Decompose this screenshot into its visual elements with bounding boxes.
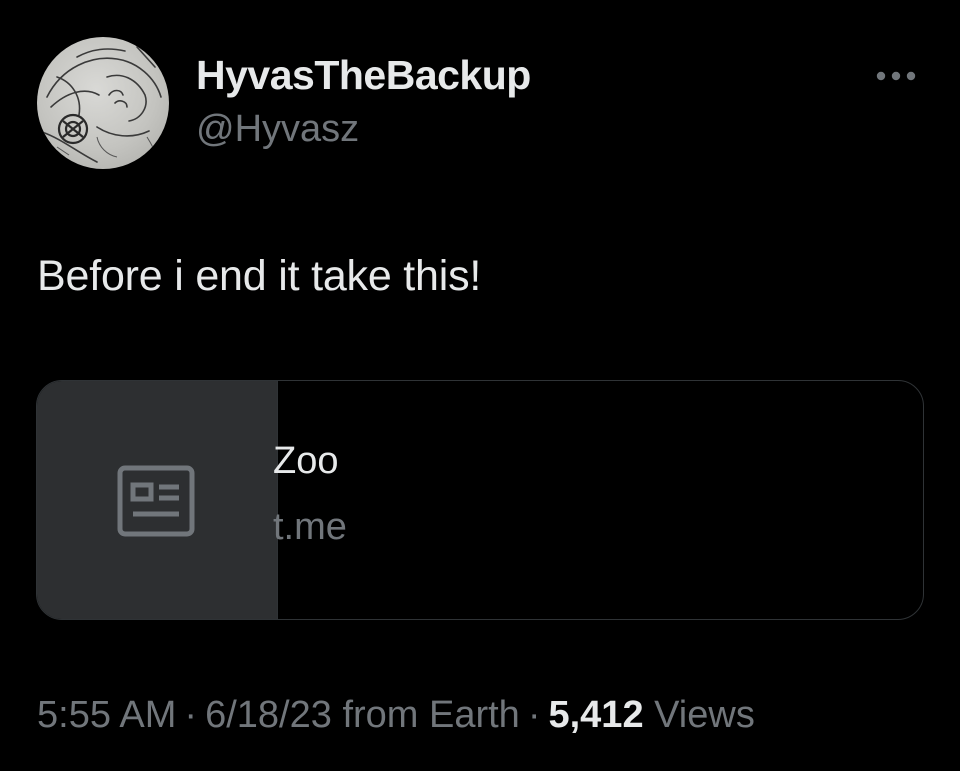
link-card-title[interactable]: Zoo xyxy=(273,440,338,483)
more-horizontal-icon xyxy=(876,71,916,81)
sketch-avatar-image xyxy=(41,46,162,163)
link-card[interactable] xyxy=(36,380,924,620)
tweet-meta: 5:55 AM · 6/18/23 from Earth · 5,412 Views xyxy=(37,694,755,737)
separator-dot: · xyxy=(184,694,198,736)
link-card-thumbnail xyxy=(37,381,278,619)
author-display-name[interactable]: HyvasTheBackup xyxy=(196,52,531,99)
tweet-time[interactable]: 5:55 AM xyxy=(37,694,176,736)
author-handle[interactable]: @Hyvasz xyxy=(196,108,359,151)
separator-dot: · xyxy=(527,694,541,736)
views-label[interactable]: Views xyxy=(654,694,755,736)
link-card-domain: t.me xyxy=(273,506,347,548)
tweet-source: from Earth xyxy=(342,694,520,736)
tweet-text: Before i end it take this! xyxy=(37,252,482,300)
news-article-icon xyxy=(117,465,195,537)
views-count[interactable]: 5,412 xyxy=(548,694,643,736)
avatar[interactable] xyxy=(37,37,169,169)
tweet-date[interactable]: 6/18/23 xyxy=(205,694,332,736)
tweet: HyvasTheBackup @Hyvasz Before i end it t… xyxy=(0,0,960,771)
more-options-button[interactable] xyxy=(872,60,920,92)
